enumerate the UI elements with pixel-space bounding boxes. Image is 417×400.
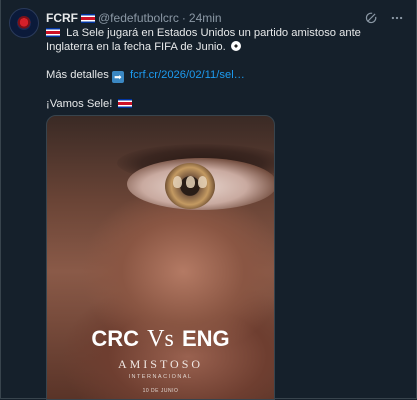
tweet-line-1: La Sele jugará en Estados Unidos un part… <box>46 26 406 54</box>
details-link[interactable]: fcrf.cr/2026/02/11/sel… <box>130 69 245 81</box>
tweet-header: FCRF @fedefutbolcrc · 24min <box>46 9 404 27</box>
tweet-media-image[interactable]: CRC Vs ENG AMISTOSO INTERNACIONAL 10 DE … <box>46 115 275 400</box>
poster-team-away: ENG <box>181 326 230 351</box>
separator: · <box>181 11 186 25</box>
poster-match-type: AMISTOSO <box>117 357 204 371</box>
closing-text: ¡Vamos Sele! <box>46 98 113 110</box>
poster-title: CRC Vs ENG <box>47 326 274 353</box>
details-label: Más detalles <box>46 69 109 81</box>
costa-rica-flag-icon <box>118 99 133 108</box>
announcement-text: La Sele jugará en Estados Unidos un part… <box>46 27 361 53</box>
arrow-right-icon: ➡ <box>111 71 124 83</box>
tweet-text: La Sele jugará en Estados Unidos un part… <box>46 26 406 111</box>
iris-figures <box>173 176 207 190</box>
tweet-line-details: Más detalles ➡ fcrf.cr/2026/02/11/sel… <box>46 68 406 83</box>
costa-rica-flag-icon <box>46 28 60 37</box>
fcrf-crest-icon <box>17 16 31 30</box>
timestamp[interactable]: 24min <box>189 11 222 25</box>
author-name[interactable]: FCRF <box>46 11 78 25</box>
poster-category: INTERNACIONAL <box>128 374 193 380</box>
tweet-card[interactable]: FCRF @fedefutbolcrc · 24min La Sele juga… <box>0 0 417 400</box>
costa-rica-flag-icon <box>81 13 95 23</box>
grok-icon[interactable] <box>364 11 378 25</box>
more-icon[interactable] <box>390 11 404 25</box>
soccer-ball-icon <box>230 41 241 51</box>
poster-vs: Vs <box>147 326 174 352</box>
avatar[interactable] <box>9 8 39 38</box>
poster-team-home: CRC <box>91 326 140 351</box>
header-actions <box>364 11 404 25</box>
poster-date: 10 DE JUNIO <box>142 388 179 394</box>
author-handle[interactable]: @fedefutbolcrc <box>98 11 179 25</box>
tweet-line-closing: ¡Vamos Sele! <box>46 97 406 111</box>
